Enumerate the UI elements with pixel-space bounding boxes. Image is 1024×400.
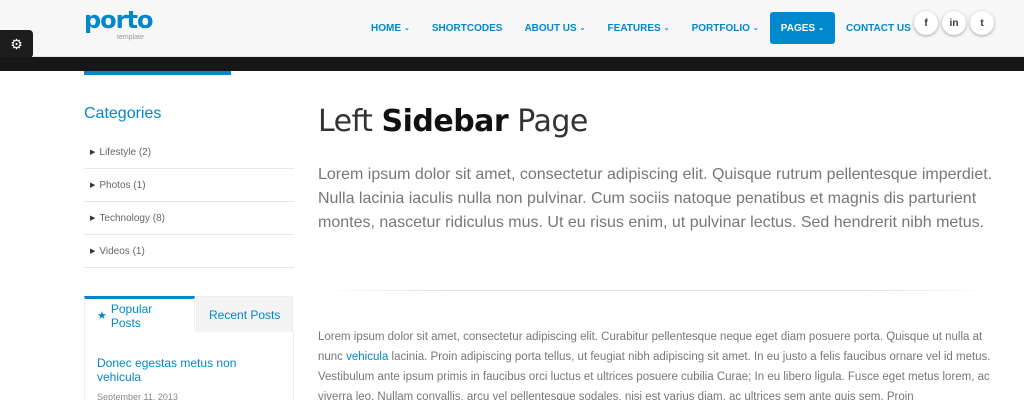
category-item[interactable]: ▶ Lifestyle (2) — [84, 136, 294, 169]
linkedin-icon[interactable]: in — [942, 11, 966, 35]
nav-item-pages[interactable]: PAGES ⌄ — [769, 12, 835, 44]
lead-paragraph: Lorem ipsum dolor sit amet, consectetur … — [318, 166, 993, 231]
nav-label: PORTFOLIO — [691, 22, 750, 34]
chevron-down-icon: ⌄ — [818, 25, 824, 32]
gear-icon[interactable]: ⚙ — [0, 30, 33, 58]
title-pre: Left — [318, 104, 382, 139]
social-links: f in t — [914, 11, 994, 35]
divider — [318, 290, 994, 291]
twitter-icon[interactable]: t — [970, 11, 994, 35]
page-top-bar — [0, 57, 1024, 71]
tab-popular-posts[interactable]: ★ Popular Posts — [84, 296, 195, 332]
category-item[interactable]: ▶ Videos (1) — [84, 235, 294, 268]
post-date: September 11, 2013 — [97, 392, 178, 400]
star-icon: ★ — [97, 310, 107, 322]
nav-item-features[interactable]: FEATURES ⌄ — [597, 12, 681, 44]
title-bold: Sidebar — [381, 104, 509, 139]
nav-label: CONTACT US — [845, 22, 911, 34]
inline-link[interactable]: vehicula — [346, 351, 388, 363]
logo-subtitle: template — [117, 34, 144, 41]
category-item[interactable]: ▶ Technology (8) — [84, 202, 294, 235]
body-text-part: lacinia. Proin adipiscing porta tellus, … — [318, 351, 991, 400]
nav-label: SHORTCODES — [431, 22, 503, 34]
chevron-down-icon: ⌄ — [404, 25, 410, 32]
tab-label: Popular Posts — [110, 301, 153, 330]
posts-tabs: ★ Popular Posts Recent Posts — [84, 296, 294, 332]
logo-wordmark: porto — [84, 6, 153, 34]
facebook-icon[interactable]: f — [914, 11, 938, 35]
category-label: Videos (1) — [99, 245, 145, 257]
page-title: Left Sidebar Page — [318, 104, 588, 139]
categories-list: ▶ Lifestyle (2) ▶ Photos (1) ▶ Technology (… — [84, 136, 294, 268]
logo[interactable]: porto template — [84, 6, 153, 41]
chevron-down-icon: ⌄ — [663, 25, 670, 32]
chevron-down-icon: ⌄ — [752, 25, 759, 32]
category-label: Technology (8) — [99, 212, 165, 224]
category-label: Photos (1) — [99, 179, 146, 191]
body-paragraph: Lorem ipsum dolor sit amet, consectetur … — [318, 327, 994, 400]
caret-right-icon: ▶ — [90, 149, 96, 156]
categories-title: Categories — [84, 105, 162, 122]
category-item[interactable]: ▶ Photos (1) — [84, 169, 294, 202]
main-nav: HOME ⌄ SHORTCODES ABOUT US ⌄ FEATURES ⌄ POR… — [360, 12, 931, 44]
chevron-down-icon: ⌄ — [579, 25, 586, 32]
nav-label: ABOUT US — [524, 22, 577, 34]
title-post: Page — [508, 104, 588, 139]
nav-label: PAGES — [780, 22, 816, 34]
nav-item-shortcodes[interactable]: SHORTCODES — [421, 12, 514, 44]
nav-item-portfolio[interactable]: PORTFOLIO ⌄ — [681, 12, 770, 44]
bar-accent — [84, 71, 231, 75]
nav-label: FEATURES — [607, 22, 661, 34]
site-header: porto template HOME ⌄ SHORTCODES ABOUT US… — [0, 0, 1024, 57]
category-label: Lifestyle (2) — [99, 146, 152, 158]
caret-right-icon: ▶ — [90, 182, 96, 189]
tab-panel: Donec egestas metus non vehicula Septemb… — [84, 332, 294, 400]
caret-right-icon: ▶ — [90, 248, 96, 255]
tab-recent-posts[interactable]: Recent Posts — [196, 296, 294, 332]
nav-item-about-us[interactable]: ABOUT US ⌄ — [513, 12, 596, 44]
nav-label: HOME — [371, 22, 401, 34]
caret-right-icon: ▶ — [90, 215, 96, 222]
tab-label: Recent Posts — [209, 307, 281, 322]
post-link[interactable]: Donec egestas metus non vehicula — [97, 356, 281, 384]
nav-item-home[interactable]: HOME ⌄ — [360, 12, 421, 44]
